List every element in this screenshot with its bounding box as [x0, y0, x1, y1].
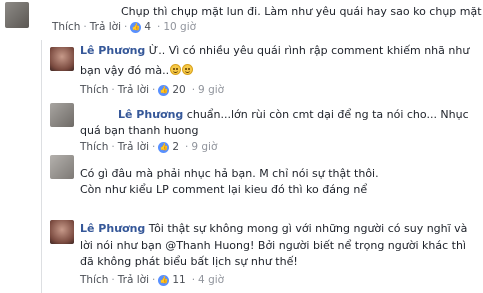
avatar[interactable] [50, 103, 74, 127]
comment-body: Lê Phương Tôi thật sự không mong gì với … [80, 222, 467, 235]
author-name[interactable]: Lê Phương [80, 222, 145, 235]
like-link[interactable]: Thích [80, 274, 108, 286]
thumbs-up-icon: 👍 [130, 21, 142, 33]
reply-link[interactable]: Trả lời [90, 21, 121, 33]
like-count[interactable]: 20 [172, 84, 185, 96]
comment-text-line2: Còn như kiểu LP comment lại kieu đó thì … [80, 183, 368, 196]
avatar[interactable] [50, 47, 74, 71]
timestamp[interactable]: 9 giờ [191, 141, 217, 153]
comment-text: Tôi thật sự không mong gì với những ngườ… [148, 222, 468, 235]
thumbs-up-icon: 👍 [158, 84, 170, 96]
reply-link[interactable]: Trả lời [118, 84, 149, 96]
timestamp[interactable]: 4 giờ [198, 274, 224, 286]
comment-text: chuẩn...lớn rùi còn cmt dại để ng ta nói… [186, 108, 469, 121]
smiley-emoji-icon [182, 64, 194, 75]
comment-actions: Thích · Trả lời · 👍 11 · 4 giờ [80, 274, 225, 286]
author-name[interactable]: Lê Phương [118, 108, 183, 121]
avatar[interactable] [50, 220, 74, 244]
comment-text-line3: đã không phát biểu bất lịch sự như thế! [80, 255, 298, 268]
smiley-emoji-icon [170, 64, 182, 75]
reply-link[interactable]: Trả lời [118, 141, 149, 153]
like-count[interactable]: 2 [172, 141, 179, 153]
thumbs-up-icon: 👍 [158, 141, 170, 153]
comment-actions: Thích · Trả lời · 👍 20 · 9 giờ [80, 84, 225, 96]
comment-body: Lê Phương chuẩn...lớn rùi còn cmt dại để… [80, 108, 469, 121]
avatar[interactable] [50, 155, 74, 179]
comment-text: Chụp thì chụp mặt lun đi. Làm như yêu qu… [121, 5, 482, 18]
comment-actions: Thích · Trả lời · 👍 4 · 10 giờ [52, 21, 197, 33]
comment-actions: Thích · Trả lời · 👍 2 · 9 giờ [80, 141, 218, 153]
like-count[interactable]: 4 [144, 21, 151, 33]
reply-thread-line [41, 40, 42, 293]
comment-text: Có gì đâu mà phải nhục hả bạn. M chỉ nói… [80, 167, 379, 180]
comment-text-line2: lời nói như bạn @Thanh Huong! Bởi người … [80, 239, 466, 252]
avatar[interactable] [5, 2, 29, 28]
author-name[interactable]: Lê Phương [80, 44, 145, 57]
reply-link[interactable]: Trả lời [118, 274, 149, 286]
timestamp[interactable]: 10 giờ [163, 21, 196, 33]
comment-body: Lê Phương Ừ.. Vì có nhiều yêu quái rình … [80, 44, 469, 57]
like-link[interactable]: Thích [80, 141, 108, 153]
like-link[interactable]: Thích [80, 84, 108, 96]
like-count[interactable]: 11 [172, 274, 185, 286]
comment-text-line2: bạn vậy đó mà.. [80, 64, 194, 77]
comment-text-line2: quá bạn thanh huong [80, 124, 199, 137]
comment-text: Ừ.. Vì có nhiều yêu quái rình rập commen… [148, 44, 470, 57]
like-link[interactable]: Thích [52, 21, 80, 33]
timestamp[interactable]: 9 giờ [198, 84, 224, 96]
thumbs-up-icon: 👍 [158, 274, 170, 286]
